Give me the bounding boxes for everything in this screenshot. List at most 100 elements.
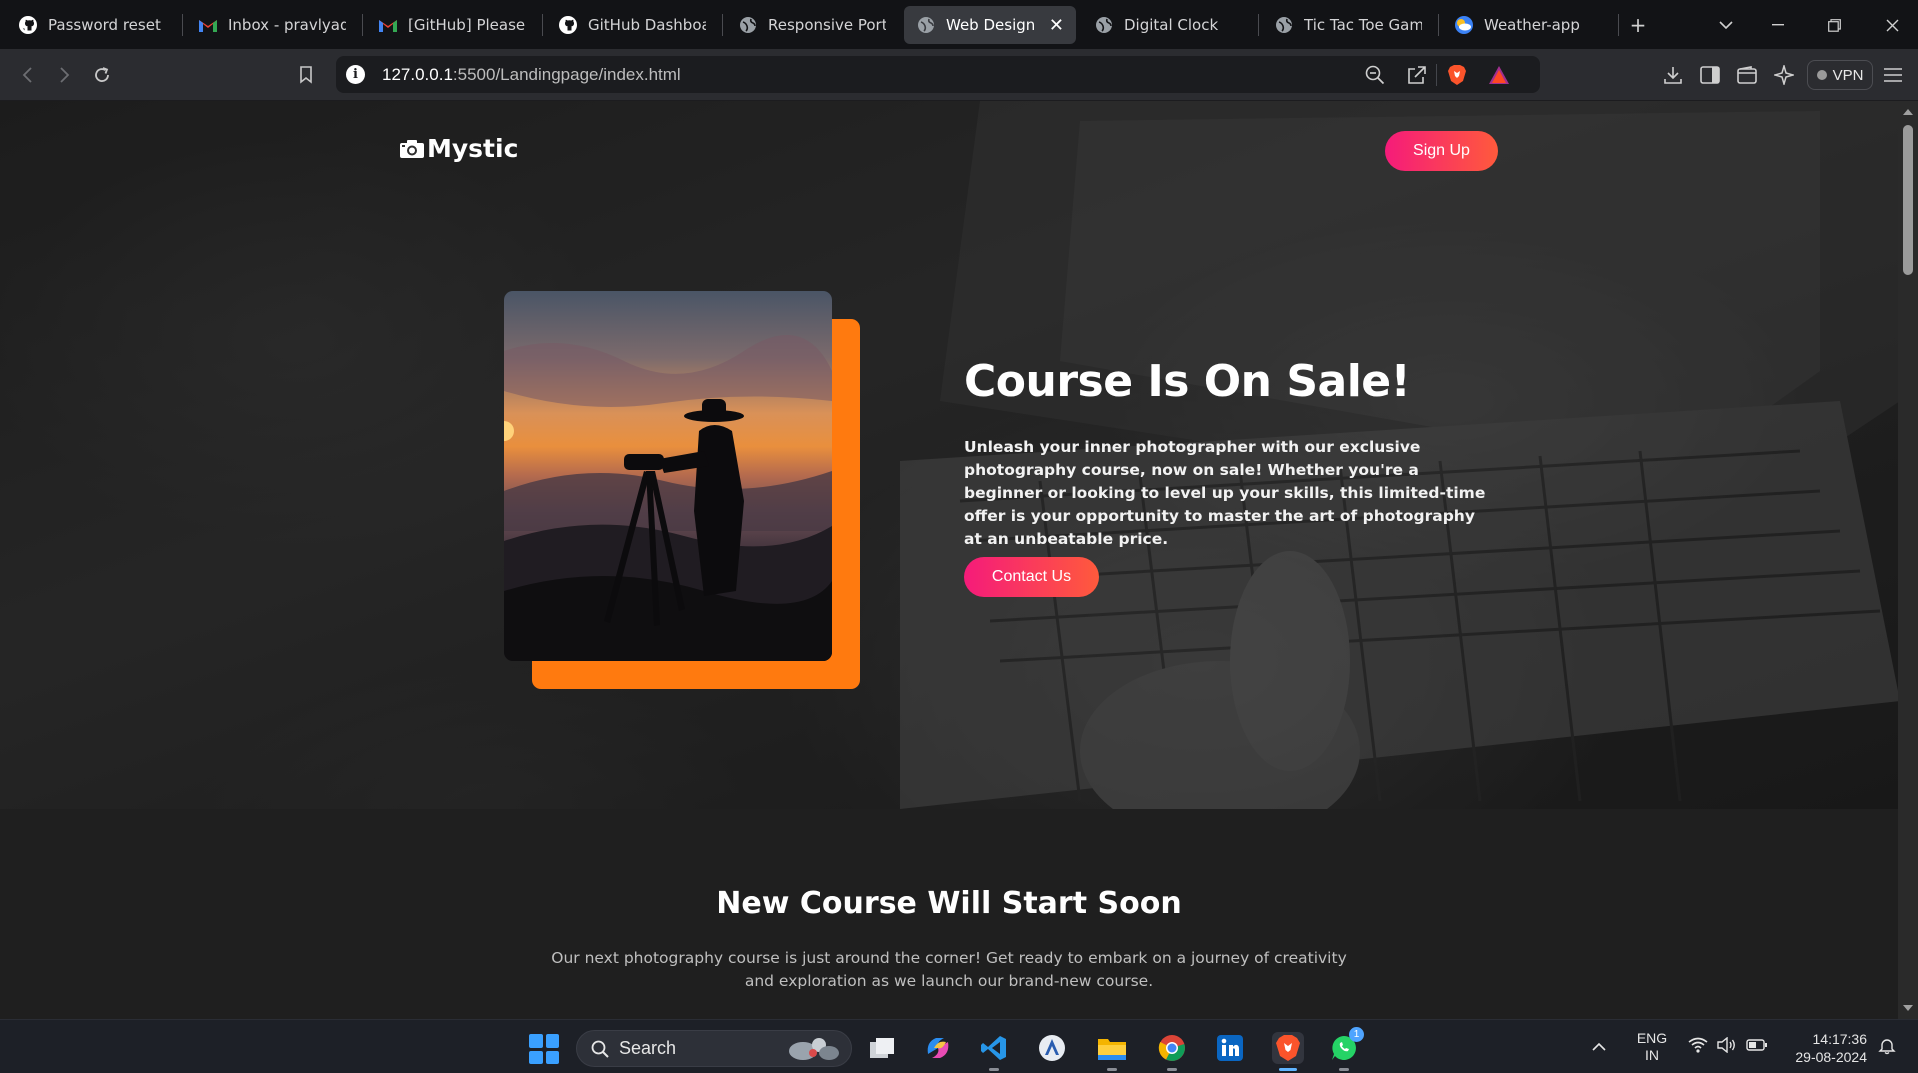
sign-up-button[interactable]: Sign Up xyxy=(1385,131,1498,171)
tab-web-design[interactable]: Web Design I ✕ xyxy=(904,6,1076,44)
minimize-icon[interactable] xyxy=(1758,10,1798,40)
copilot-icon[interactable] xyxy=(922,1032,954,1064)
brave-shields-icon[interactable] xyxy=(1446,64,1468,86)
downloads-icon[interactable] xyxy=(1660,62,1686,88)
restore-icon[interactable] xyxy=(1814,10,1854,40)
tab-separator xyxy=(542,14,543,36)
bookmark-icon[interactable] xyxy=(290,59,322,91)
file-explorer-icon[interactable] xyxy=(1096,1032,1128,1071)
running-indicator xyxy=(1339,1068,1349,1071)
task-view-icon[interactable] xyxy=(866,1032,898,1064)
menu-icon[interactable] xyxy=(1880,62,1906,88)
tab-digital-clock[interactable]: Digital Clock xyxy=(1082,6,1254,44)
section-title: New Course Will Start Soon xyxy=(716,886,1182,921)
url-path: :5500/Landingpage/index.html xyxy=(452,65,681,84)
vscode-icon[interactable] xyxy=(978,1032,1010,1071)
tab-tic-tac-toe[interactable]: Tic Tac Toe Game xyxy=(1262,6,1434,44)
divider xyxy=(1436,64,1437,86)
new-tab-icon[interactable]: + xyxy=(1618,10,1658,40)
vpn-status-icon xyxy=(1816,70,1827,80)
tab-inbox[interactable]: Inbox - pravlyada xyxy=(186,6,358,44)
show-hidden-icons-chevron-icon[interactable] xyxy=(1592,1038,1606,1056)
leo-ai-icon[interactable] xyxy=(1771,62,1797,88)
chrome-icon[interactable] xyxy=(1156,1032,1188,1071)
tab-title: Inbox - pravlyada xyxy=(228,16,346,34)
running-indicator xyxy=(989,1068,999,1071)
tab-weather-app[interactable]: Weather-app xyxy=(1442,6,1614,44)
hero-overlay xyxy=(0,101,1898,809)
scroll-thumb[interactable] xyxy=(1903,125,1913,275)
tab-title: Responsive Portfo xyxy=(768,16,886,34)
section-description: Our next photography course is just arou… xyxy=(551,949,1347,990)
vpn-button[interactable]: VPN xyxy=(1807,60,1873,90)
tab-title: Tic Tac Toe Game xyxy=(1304,16,1422,34)
brave-rewards-icon[interactable] xyxy=(1488,64,1510,86)
notification-bell-icon[interactable] xyxy=(1878,1037,1896,1060)
wallet-icon[interactable] xyxy=(1734,62,1760,88)
brave-browser-icon[interactable] xyxy=(1272,1032,1304,1071)
windows-start-icon[interactable] xyxy=(529,1034,559,1064)
zoom-icon[interactable] xyxy=(1364,64,1386,86)
language-indicator[interactable]: ENG IN xyxy=(1634,1030,1670,1064)
tab-separator xyxy=(1258,14,1259,36)
tab-title: Web Design I xyxy=(946,16,1041,34)
globe-icon xyxy=(916,15,936,35)
reload-icon[interactable] xyxy=(86,59,118,91)
close-tab-icon[interactable]: ✕ xyxy=(1049,15,1064,36)
tab-title: GitHub Dashboard xyxy=(588,16,706,34)
search-icon xyxy=(591,1040,609,1058)
hero-section: Mystic Sign Up Course Is On Sale! Unleas… xyxy=(0,101,1898,809)
battery-icon[interactable] xyxy=(1746,1038,1768,1056)
globe-icon xyxy=(738,15,758,35)
contact-us-button[interactable]: Contact Us xyxy=(964,557,1099,597)
clock-date: 29-08-2024 xyxy=(1795,1049,1867,1065)
vpn-label: VPN xyxy=(1832,66,1864,84)
tab-title: Weather-app xyxy=(1484,16,1580,34)
taskbar-search[interactable]: Search xyxy=(576,1030,852,1067)
whatsapp-icon[interactable]: 1 xyxy=(1328,1027,1364,1071)
browser-toolbar: i 127.0.0.1:5500/Landingpage/index.html … xyxy=(0,49,1918,101)
weather-icon xyxy=(1454,15,1474,35)
clock-time: 14:17:36 xyxy=(1812,1031,1868,1047)
system-clock[interactable]: 14:17:36 29-08-2024 xyxy=(1787,1030,1867,1066)
tab-github-dashboard[interactable]: GitHub Dashboard xyxy=(546,6,718,44)
tab-strip: Password reset se Inbox - pravlyada [Git… xyxy=(0,0,1918,49)
scroll-down-arrow-icon[interactable] xyxy=(1903,1005,1913,1011)
wifi-icon[interactable] xyxy=(1688,1037,1708,1058)
logo-text: Mystic xyxy=(427,134,519,163)
linkedin-icon[interactable] xyxy=(1214,1032,1246,1064)
tab-github-email[interactable]: [GitHub] Please re xyxy=(366,6,538,44)
search-label: Search xyxy=(619,1038,677,1058)
page-viewport: Mystic Sign Up Course Is On Sale! Unleas… xyxy=(0,101,1898,1019)
gmail-icon xyxy=(198,15,218,35)
search-highlight-image xyxy=(789,1038,839,1060)
page-scrollbar[interactable] xyxy=(1898,101,1918,1019)
tab-title: Digital Clock xyxy=(1124,16,1219,34)
tab-separator xyxy=(182,14,183,36)
globe-icon xyxy=(1274,15,1294,35)
upcoming-course-section: New Course Will Start Soon Our next phot… xyxy=(0,809,1898,1019)
running-indicator xyxy=(1107,1068,1117,1071)
url-text[interactable]: 127.0.0.1:5500/Landingpage/index.html xyxy=(382,65,681,85)
site-info-icon[interactable]: i xyxy=(346,65,365,84)
address-bar[interactable]: i 127.0.0.1:5500/Landingpage/index.html xyxy=(336,56,1540,93)
tab-password-reset[interactable]: Password reset se xyxy=(6,6,176,44)
windows-taskbar: Search 1 ENG IN 14:17:36 29-08-2024 xyxy=(0,1019,1918,1073)
close-window-icon[interactable] xyxy=(1872,10,1912,40)
volume-icon[interactable] xyxy=(1717,1036,1737,1058)
tab-list-chevron-icon[interactable] xyxy=(1706,10,1746,40)
running-indicator xyxy=(1167,1068,1177,1071)
azure-data-studio-icon[interactable] xyxy=(1036,1032,1068,1064)
sidebar-icon[interactable] xyxy=(1697,62,1723,88)
gmail-icon xyxy=(378,15,398,35)
share-icon[interactable] xyxy=(1406,64,1428,86)
site-logo[interactable]: Mystic xyxy=(399,134,518,163)
back-icon[interactable] xyxy=(12,59,44,91)
tab-responsive-portfolio[interactable]: Responsive Portfo xyxy=(726,6,898,44)
hero-photo-photographer xyxy=(504,291,832,661)
running-indicator xyxy=(1279,1068,1297,1071)
tab-separator xyxy=(722,14,723,36)
forward-icon[interactable] xyxy=(48,59,80,91)
scroll-up-arrow-icon[interactable] xyxy=(1903,109,1913,115)
github-icon xyxy=(18,15,38,35)
